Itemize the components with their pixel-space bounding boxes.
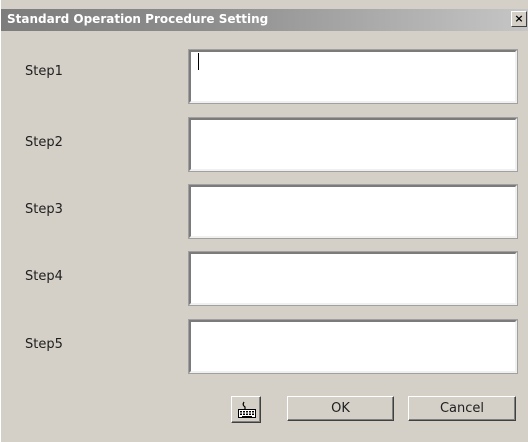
step3-label: Step3 — [25, 202, 63, 217]
cancel-button[interactable]: Cancel — [408, 396, 516, 421]
ok-button[interactable]: OK — [287, 396, 394, 421]
keyboard-icon — [238, 401, 256, 418]
step3-input[interactable] — [188, 184, 518, 239]
step1-label: Step1 — [25, 64, 63, 79]
step5-input[interactable] — [188, 319, 518, 374]
close-icon: × — [514, 12, 524, 25]
window-title: Standard Operation Procedure Setting — [7, 12, 269, 26]
step4-label: Step4 — [25, 269, 63, 284]
step1-input[interactable] — [188, 49, 518, 104]
text-caret — [198, 53, 199, 70]
step2-label: Step2 — [25, 135, 63, 150]
step5-label: Step5 — [25, 337, 63, 352]
title-bar[interactable]: Standard Operation Procedure Setting × — [1, 9, 528, 31]
virtual-keyboard-button[interactable] — [231, 396, 261, 423]
close-button[interactable]: × — [511, 11, 527, 27]
sop-setting-dialog: Standard Operation Procedure Setting × S… — [0, 0, 528, 442]
step4-input[interactable] — [188, 251, 518, 306]
step2-input[interactable] — [188, 117, 518, 172]
